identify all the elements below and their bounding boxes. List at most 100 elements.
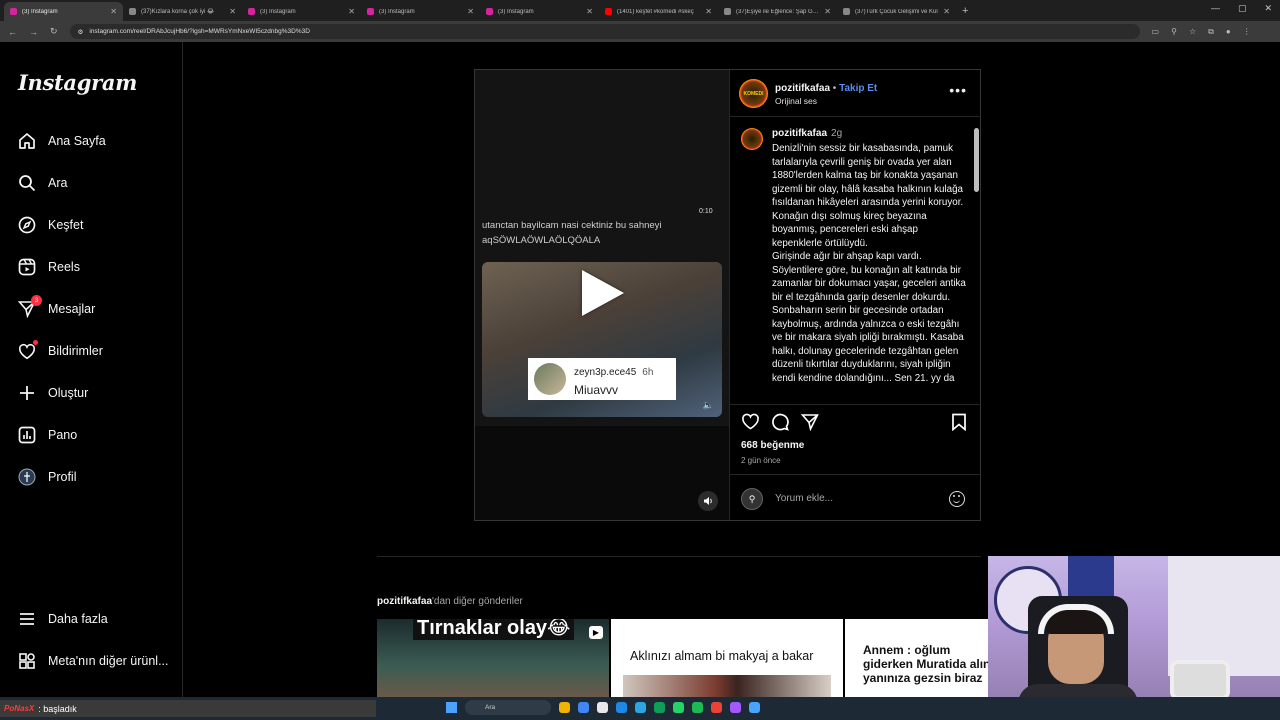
tab-close-icon[interactable]: ✕: [348, 7, 355, 16]
zoom-icon[interactable]: ⚲: [1171, 27, 1177, 37]
taskbar-app-icon[interactable]: [673, 702, 684, 713]
more-post-thumb[interactable]: Tırnaklar olay😂 ▶: [377, 619, 609, 697]
browser-tab[interactable]: (37)Türk Çocuk Gelişimi ve Kül ✕: [837, 2, 956, 21]
taskbar-app-icon[interactable]: [616, 702, 627, 713]
save-icon[interactable]: [951, 413, 967, 436]
more-post-thumb[interactable]: Annem : oğlum giderken Muratida alın yan…: [845, 619, 988, 697]
like-icon[interactable]: [741, 413, 760, 435]
avatar: [534, 363, 566, 395]
forward-icon[interactable]: →: [29, 27, 38, 37]
tab-close-icon[interactable]: ✕: [586, 7, 593, 16]
browser-tab[interactable]: (1401) keşfet #komedi #skeç ✕: [599, 2, 718, 21]
sidebar-item-oluştur[interactable]: Oluştur: [18, 384, 88, 402]
play-icon[interactable]: [582, 270, 624, 316]
sidebar-item-keşfet[interactable]: Keşfet: [18, 216, 83, 234]
profile-icon[interactable]: ●: [1226, 27, 1231, 37]
reload-icon[interactable]: ↻: [50, 26, 58, 37]
comment-input[interactable]: Yorum ekle...: [775, 493, 833, 504]
caption-username[interactable]: pozitifkafaa: [772, 128, 827, 139]
maximize-icon[interactable]: ▢: [1238, 3, 1247, 14]
windows-start-icon[interactable]: [446, 702, 457, 713]
tab-close-icon[interactable]: ✕: [467, 7, 474, 16]
reel-video[interactable]: 0:10 utanctan bayilcam nasi cektiniz bu …: [475, 70, 729, 520]
caption-text: Denizli'nin sessiz bir kasabasında, pamu…: [772, 143, 966, 384]
sidebar-item-profil[interactable]: Profil: [18, 468, 76, 486]
more-posts-user[interactable]: pozitifkafaa: [377, 596, 432, 607]
thumb-text: Tırnaklar olay😂: [413, 619, 575, 640]
tab-label: (3) Instagram: [498, 8, 534, 15]
more-post-thumb[interactable]: Aklınızı almam bi makyaj a bakar: [611, 619, 843, 697]
scrollbar-thumb[interactable]: [974, 128, 979, 192]
comment-icon[interactable]: [771, 413, 789, 436]
sidebar-item-ana-sayfa[interactable]: Ana Sayfa: [18, 132, 106, 150]
like-count[interactable]: 668 beğenme: [741, 440, 804, 451]
emoji-icon[interactable]: [949, 491, 965, 507]
sidebar-item-label: Profil: [48, 470, 77, 484]
avatar[interactable]: [741, 128, 763, 150]
embedded-video[interactable]: zeyn3p.ece45 6h Miuavvv 🔈: [482, 262, 722, 417]
tab-label: (3) Instagram: [379, 8, 415, 15]
site-info-icon[interactable]: ⚙: [78, 28, 84, 36]
url-text: instagram.com/reel/DRAbJcujHb6/?igsh=MWR…: [89, 28, 310, 35]
avatar[interactable]: KOMEDI: [739, 79, 768, 108]
sidebar-item-mesajlar[interactable]: 3 Mesajlar: [18, 295, 96, 318]
comment-time: 6h: [642, 366, 654, 378]
extensions-icon[interactable]: ⧉: [1208, 27, 1214, 37]
bookmark-star-icon[interactable]: ☆: [1189, 27, 1196, 37]
mute-button[interactable]: [698, 491, 718, 511]
sidebar-item-meta[interactable]: Meta'nın diğer ürünl...: [18, 652, 169, 670]
taskbar-app-icon[interactable]: [749, 702, 760, 713]
url-field[interactable]: ⚙ instagram.com/reel/DRAbJcujHb6/?igsh=M…: [69, 24, 1140, 39]
instagram-logo[interactable]: Instagram: [18, 70, 137, 95]
taskbar-app-icon[interactable]: [711, 702, 722, 713]
back-icon[interactable]: ←: [8, 27, 17, 37]
taskbar-app-icon[interactable]: [692, 702, 703, 713]
sidebar-item-more[interactable]: Daha fazla: [18, 610, 108, 628]
sidebar-item-ara[interactable]: Ara: [18, 174, 67, 192]
taskbar-app-icon[interactable]: [578, 702, 589, 713]
thumb-text: Aklınızı almam bi makyaj a bakar: [630, 649, 814, 663]
browser-tab[interactable]: (3) Instagram ✕: [480, 2, 599, 21]
sidebar-item-label: Mesajlar: [48, 302, 96, 316]
follow-button[interactable]: Takip Et: [839, 83, 877, 94]
tab-close-icon[interactable]: ✕: [943, 7, 950, 16]
more-options-icon[interactable]: •••: [949, 82, 967, 98]
minimize-icon[interactable]: —: [1211, 3, 1220, 14]
scrollbar[interactable]: [974, 122, 979, 398]
taskbar-search[interactable]: Ara: [465, 700, 551, 715]
browser-tab[interactable]: (37)Eşiye ile Eğlence: Şap Güven ✕: [718, 2, 837, 21]
stream-text: : başladık: [38, 703, 77, 714]
post-username[interactable]: pozitifkafaa: [775, 83, 830, 94]
audio-label[interactable]: Orijinal ses: [775, 96, 817, 106]
sidebar-item-reels[interactable]: Reels: [18, 258, 80, 276]
caption-area: pozitifkafaa 2g Denizli'nin sessiz bir ka…: [730, 118, 981, 404]
sidebar-item-bildirimler[interactable]: Bildirimler: [18, 340, 103, 360]
browser-tab[interactable]: (37)Kızlara korna çok iyi 😂 ✕: [123, 2, 242, 21]
more-posts-suffix: 'dan diğer gönderiler: [432, 596, 523, 607]
comment-text: Miuavvv: [574, 382, 619, 397]
taskbar-app-icon[interactable]: [730, 702, 741, 713]
window-controls: — ▢ ✕: [1211, 3, 1272, 14]
taskbar-app-icon[interactable]: [559, 702, 570, 713]
tab-close-icon[interactable]: ✕: [229, 7, 236, 16]
menu-icon[interactable]: ⋮: [1243, 27, 1251, 37]
tab-close-icon[interactable]: ✕: [110, 7, 117, 16]
tab-favicon-icon: [248, 8, 255, 15]
browser-tab[interactable]: (3) Instagram ✕: [4, 2, 123, 21]
close-icon[interactable]: ✕: [1264, 3, 1272, 14]
new-tab-button[interactable]: +: [962, 5, 968, 17]
tab-close-icon[interactable]: ✕: [824, 7, 831, 16]
taskbar-app-icon[interactable]: [597, 702, 608, 713]
caption-age: 2g: [831, 128, 843, 139]
taskbar-app-icon[interactable]: [654, 702, 665, 713]
sidebar-item-label: Oluştur: [48, 386, 89, 400]
cast-icon[interactable]: ▭: [1152, 27, 1160, 37]
tab-close-icon[interactable]: ✕: [705, 7, 712, 16]
browser-tab[interactable]: (3) Instagram ✕: [361, 2, 480, 21]
browser-tab[interactable]: (3) Instagram ✕: [242, 2, 361, 21]
stream-ticker: PoNasX : başladık: [0, 700, 376, 717]
sidebar-item-pano[interactable]: Pano: [18, 426, 77, 444]
share-icon[interactable]: [800, 413, 819, 436]
thumb-image: [623, 675, 831, 697]
taskbar-app-icon[interactable]: [635, 702, 646, 713]
